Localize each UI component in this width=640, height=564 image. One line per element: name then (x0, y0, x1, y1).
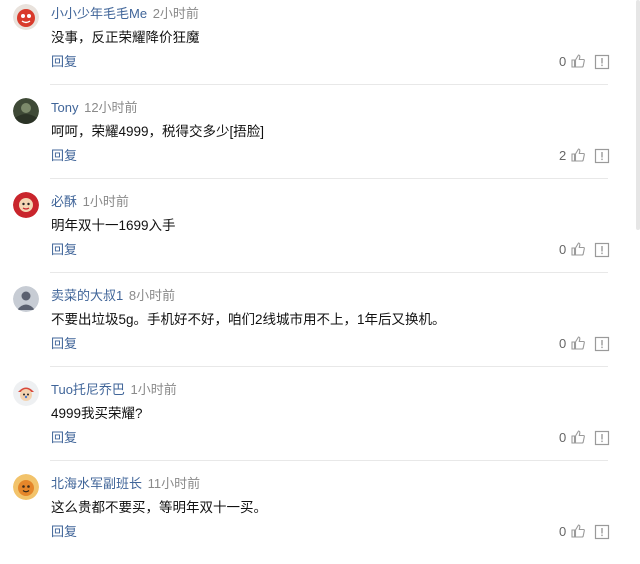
username[interactable]: Tony (51, 100, 78, 115)
divider (50, 272, 608, 273)
timestamp: 12小时前 (84, 100, 138, 115)
report-icon[interactable] (594, 54, 610, 70)
username[interactable]: 必酥 (51, 194, 77, 209)
thumbs-up-icon[interactable] (570, 241, 586, 257)
comment-text: 这么贵都不要买，等明年双十一买。 (51, 500, 267, 515)
green-scenery-avatar-icon (13, 98, 39, 124)
divider (50, 84, 608, 85)
timestamp: 11小时前 (147, 476, 201, 491)
comment-meta: 卖菜的大叔1 8小时前 (51, 287, 175, 305)
scrollbar[interactable] (636, 0, 640, 230)
username[interactable]: 卖菜的大叔1 (51, 288, 123, 303)
red-round-avatar-icon (13, 4, 39, 30)
person-photo-avatar-icon (13, 286, 39, 312)
cartoon-character-avatar-icon (13, 380, 39, 406)
divider (50, 178, 608, 179)
comment-meta: Tony 12小时前 (51, 99, 138, 117)
avatar[interactable] (13, 286, 39, 312)
username[interactable]: 小小少年毛毛Me (51, 6, 147, 21)
timestamp: 2小时前 (152, 6, 199, 21)
comment-meta: 北海水军副班长 11小时前 (51, 475, 200, 493)
like-count: 0 (559, 336, 567, 351)
reply-button[interactable]: 回复 (51, 523, 77, 541)
comment-text: 没事，反正荣耀降价狂魔 (51, 30, 200, 45)
like-count: 0 (559, 242, 567, 257)
avatar[interactable] (13, 380, 39, 406)
red-cartoon-avatar-icon (13, 192, 39, 218)
report-icon[interactable] (594, 336, 610, 352)
avatar[interactable] (13, 4, 39, 30)
comment-item: 北海水军副班长 11小时前 这么贵都不要买，等明年双十一买。 回复 0 (0, 470, 620, 564)
thumbs-up-icon[interactable] (570, 523, 586, 539)
username[interactable]: 北海水军副班长 (51, 476, 142, 491)
avatar[interactable] (13, 98, 39, 124)
divider (50, 366, 608, 367)
timestamp: 1小时前 (130, 382, 177, 397)
comment-text: 明年双十一1699入手 (51, 218, 176, 233)
comment-item: Tuo托尼乔巴 1小时前 4999我买荣耀? 回复 0 (0, 376, 620, 470)
reply-button[interactable]: 回复 (51, 147, 77, 165)
comment-text: 4999我买荣耀? (51, 406, 143, 421)
avatar[interactable] (13, 192, 39, 218)
timestamp: 1小时前 (82, 194, 129, 209)
like-count: 0 (559, 430, 567, 445)
report-icon[interactable] (594, 430, 610, 446)
comment-item: 必酥 1小时前 明年双十一1699入手 回复 0 (0, 188, 620, 282)
thumbs-up-icon[interactable] (570, 429, 586, 445)
divider (50, 460, 608, 461)
reply-button[interactable]: 回复 (51, 335, 77, 353)
like-count: 0 (559, 54, 567, 69)
like-count: 0 (559, 524, 567, 539)
comment-meta: 必酥 1小时前 (51, 193, 129, 211)
thumbs-up-icon[interactable] (570, 53, 586, 69)
thumbs-up-icon[interactable] (570, 147, 586, 163)
reply-button[interactable]: 回复 (51, 241, 77, 259)
comment-text: 不要出垃圾5g。手机好不好，咱们2线城市用不上，1年后又换机。 (51, 312, 446, 327)
comment-meta: Tuo托尼乔巴 1小时前 (51, 381, 177, 399)
timestamp: 8小时前 (128, 288, 176, 303)
avatar[interactable] (13, 474, 39, 500)
reply-button[interactable]: 回复 (51, 429, 77, 447)
like-count: 2 (559, 148, 567, 163)
comment-item: Tony 12小时前 呵呵，荣耀4999，税得交多少[捂脸] 回复 2 (0, 94, 620, 188)
comment-text: 呵呵，荣耀4999，税得交多少[捂脸] (51, 124, 265, 139)
comment-item: 卖菜的大叔1 8小时前 不要出垃圾5g。手机好不好，咱们2线城市用不上，1年后又… (0, 282, 620, 376)
report-icon[interactable] (594, 524, 610, 540)
orange-round-avatar-icon (13, 474, 39, 500)
comment-item: 小小少年毛毛Me 2小时前 没事，反正荣耀降价狂魔 回复 0 (0, 0, 620, 94)
reply-button[interactable]: 回复 (51, 53, 77, 71)
report-icon[interactable] (594, 148, 610, 164)
comment-meta: 小小少年毛毛Me 2小时前 (51, 5, 199, 23)
report-icon[interactable] (594, 242, 610, 258)
thumbs-up-icon[interactable] (570, 335, 586, 351)
username[interactable]: Tuo托尼乔巴 (51, 382, 125, 397)
